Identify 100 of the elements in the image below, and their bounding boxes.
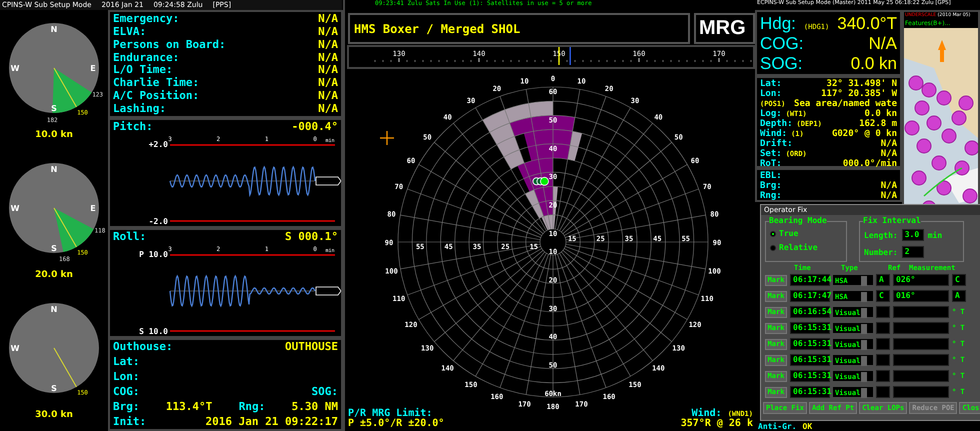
cardinal-label: E — [90, 64, 96, 73]
field-label: Lat: — [113, 356, 140, 368]
nav-value: Sea area/named wate — [794, 99, 897, 109]
nav-value: N/A — [880, 149, 897, 159]
wind-speed: 30.0 kn — [35, 410, 73, 420]
info-value: N/A — [318, 26, 338, 38]
ref-field[interactable] — [876, 386, 890, 398]
cardinal-label: S — [51, 384, 57, 393]
nav-value: 000.0°/min — [842, 159, 897, 169]
nav-value: N/A — [880, 139, 897, 149]
scale-top: P 10.0 — [139, 250, 168, 259]
radio-option[interactable]: True — [770, 229, 842, 238]
nav-label: Log: — [760, 109, 782, 119]
time-field[interactable]: 06:16:54 — [790, 306, 830, 318]
cardinal-label: N — [50, 165, 58, 174]
info-value: N/A — [318, 90, 338, 102]
reference-field[interactable]: A — [952, 290, 966, 302]
wind-speed: 20.0 kn — [35, 270, 73, 280]
field-value: 2016 Jan 21 09:22:17 — [206, 416, 338, 428]
measurement-field[interactable] — [893, 354, 949, 366]
info-label: Lashing: — [113, 102, 166, 115]
nav-label: Rng: — [760, 191, 782, 201]
scale-top: +2.0 — [148, 140, 168, 149]
measurement-field[interactable] — [893, 322, 949, 334]
field-label: Lon: — [113, 371, 140, 383]
nav-value: 117° 20.385' W — [821, 89, 897, 99]
nav-label: Lat: — [760, 79, 782, 89]
measurement-field[interactable] — [893, 370, 949, 382]
time-field[interactable]: 06:17:44 — [790, 274, 830, 286]
ref-field[interactable]: A — [876, 274, 890, 286]
info-label: L/O Time: — [113, 64, 173, 76]
measurement-field[interactable] — [893, 386, 949, 398]
number-field[interactable]: 2 — [902, 246, 924, 258]
info-value: N/A — [318, 13, 338, 25]
radio-option[interactable]: Relative — [770, 243, 842, 252]
cardinal-label: W — [10, 344, 20, 353]
limit-label: P/R MRG Limit: — [348, 409, 432, 419]
nav-value: N/A — [880, 191, 897, 201]
course-marker — [570, 47, 571, 65]
heading-value: 340.0°T — [837, 14, 897, 34]
cardinal-label: S — [51, 244, 57, 253]
nav-label: Depth: — [760, 119, 793, 129]
measurement-field[interactable]: 026° — [893, 274, 949, 286]
ref-field[interactable] — [876, 370, 890, 382]
crosshair-icon — [380, 131, 394, 145]
scale-bottom: S 10.0 — [139, 327, 168, 335]
display-title: HMS Boxer / Merged SHOL — [348, 13, 690, 44]
info-value: N/A — [318, 77, 338, 90]
group-title: Fix Interval — [863, 216, 921, 225]
speed-sector — [52, 68, 92, 113]
heading-label: Hdg: — [760, 14, 796, 34]
footer-label: Anti-Gr. — [758, 422, 797, 431]
nav-value: 0.0 kn — [864, 109, 897, 119]
cardinal-label: N — [50, 25, 58, 34]
time-field[interactable]: 06:15:31 — [790, 322, 830, 334]
length-field[interactable]: 3.0 — [902, 229, 924, 241]
ref-field[interactable] — [876, 354, 890, 366]
wind-speed: 10.0 kn — [35, 130, 73, 140]
heading-label: SOG: — [760, 54, 803, 74]
time-field[interactable]: 06:15:31 — [790, 338, 830, 350]
nav-label: Set: — [760, 149, 782, 159]
info-value: N/A — [318, 52, 338, 64]
measurement-field[interactable]: 016° — [893, 290, 949, 302]
nav-label: Wind: — [760, 129, 788, 139]
info-label: Charlie Time: — [113, 77, 200, 90]
wind-label: Wind: — [692, 408, 722, 419]
cardinal-label: E — [90, 204, 96, 213]
nav-label: Brg: — [760, 181, 782, 191]
ref-field[interactable] — [876, 338, 890, 350]
graph-label: Pitch: — [113, 120, 153, 133]
measurement-field[interactable] — [893, 338, 949, 350]
wind-value: 357°R @ 26 k — [680, 419, 753, 429]
limit-value: P ±5.0°/R ±20.0° — [348, 419, 444, 429]
ref-field[interactable]: C — [876, 290, 890, 302]
nav-label: Lon: — [760, 89, 782, 99]
time-field[interactable]: 06:15:31 — [790, 370, 830, 382]
info-label: Emergency: — [113, 13, 180, 25]
group-title: Bearing Mode — [769, 216, 827, 225]
field-label: Length: — [864, 230, 898, 240]
unit-label: min — [928, 230, 942, 240]
time-field[interactable]: 06:15:31 — [790, 354, 830, 366]
reference-field[interactable]: C — [952, 274, 966, 286]
time-field[interactable]: 06:15:31 — [790, 386, 830, 398]
nav-value: G020° @ 0 kn — [832, 129, 897, 139]
ref-field[interactable] — [876, 306, 890, 318]
info-value: N/A — [318, 38, 338, 51]
ref-field[interactable] — [876, 322, 890, 334]
info-label: A/C Position: — [113, 90, 200, 102]
field-label: Number: — [864, 248, 898, 256]
info-label: ELVA: — [113, 26, 146, 38]
time-field[interactable]: 06:17:47 — [790, 290, 830, 302]
field-label: Init: — [113, 416, 146, 428]
nav-value: 162.8 m — [859, 119, 897, 129]
measurement-field[interactable] — [893, 306, 949, 318]
field-value: 5.30 NM — [292, 401, 338, 413]
nav-label: Drift: — [760, 139, 793, 149]
scale-bottom: -2.0 — [148, 217, 168, 225]
info-label: Endurance: — [113, 52, 180, 64]
cardinal-label: S — [51, 104, 57, 113]
nav-label: RoT: — [760, 159, 782, 169]
